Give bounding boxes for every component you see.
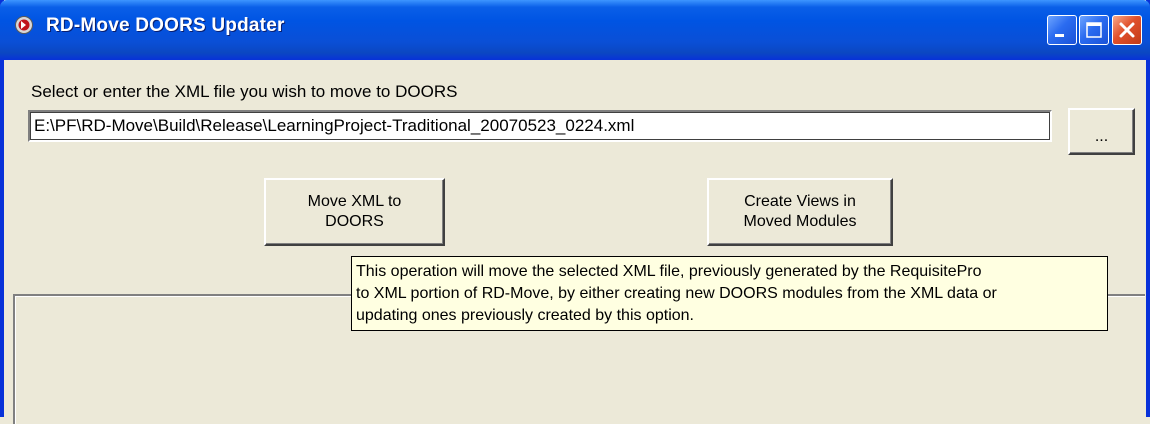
tooltip-line: updating ones previously created by this… (356, 307, 694, 324)
tooltip: This operation will move the selected XM… (351, 256, 1108, 331)
rd-move-app-icon[interactable] (14, 14, 34, 36)
select-file-label: Select or enter the XML file you wish to… (31, 82, 458, 101)
create-views-button[interactable]: Create Views in Moved Modules (707, 178, 893, 246)
minimize-button[interactable] (1047, 15, 1077, 45)
close-icon (1119, 22, 1135, 38)
maximize-icon (1086, 22, 1102, 38)
minimize-icon (1055, 34, 1064, 37)
app-window: RD-Move DOORS Updater Select or enter th… (0, 0, 1150, 424)
tooltip-line: to XML portion of RD-Move, by either cre… (356, 285, 997, 302)
xml-file-path-input[interactable] (28, 110, 1052, 142)
title-bar[interactable]: RD-Move DOORS Updater (0, 0, 1150, 60)
close-button[interactable] (1112, 15, 1142, 45)
tooltip-line: This operation will move the selected XM… (356, 263, 982, 280)
maximize-button[interactable] (1079, 15, 1109, 45)
browse-button[interactable]: ... (1068, 108, 1135, 155)
move-xml-to-doors-button[interactable]: Move XML to DOORS (264, 178, 445, 246)
window-title: RD-Move DOORS Updater (46, 15, 285, 36)
